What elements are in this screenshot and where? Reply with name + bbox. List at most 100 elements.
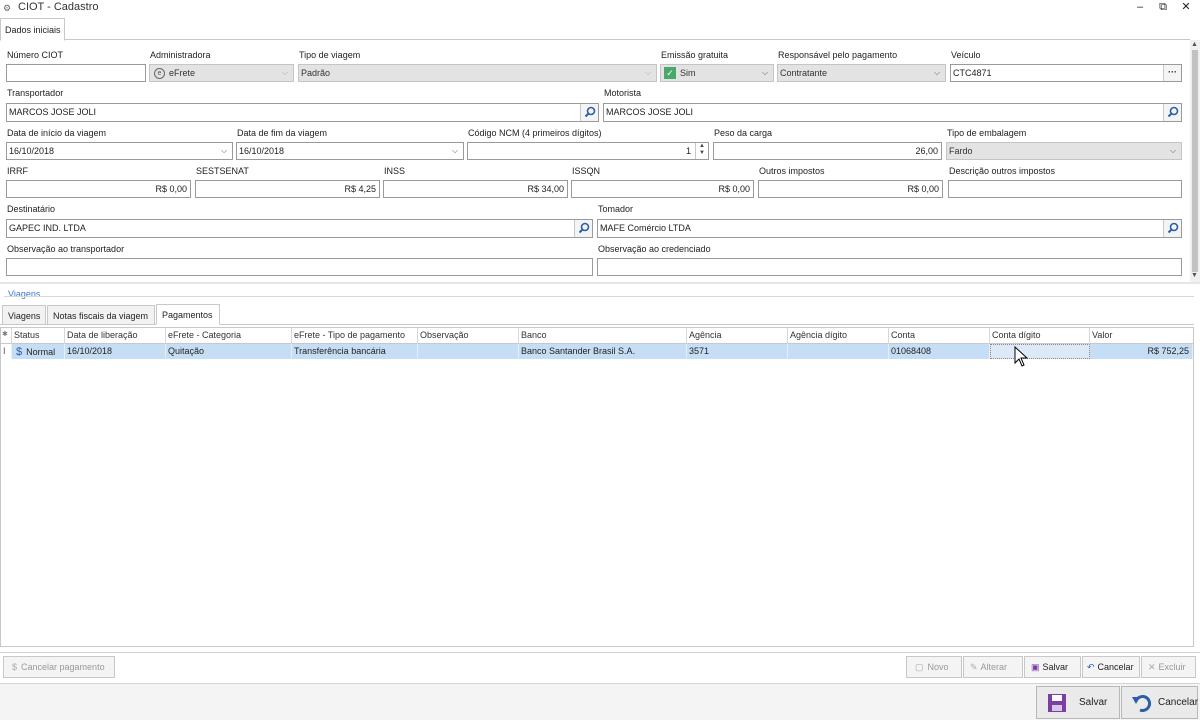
- tab-viagens[interactable]: Viagens: [2, 305, 46, 325]
- efrete-logo-icon: e: [154, 68, 165, 79]
- col-agencia-digito[interactable]: Agência dígito: [788, 328, 889, 344]
- chevron-down-icon: ⌵: [281, 68, 289, 77]
- sestsenat-label: SESTSENAT: [196, 166, 249, 176]
- numero-ciot-input[interactable]: [6, 64, 146, 82]
- cell-valor: R$ 752,25: [1090, 344, 1193, 359]
- scroll-up-icon[interactable]: ▲: [1191, 41, 1198, 48]
- transportador-input[interactable]: MARCOS JOSE JOLI: [6, 103, 599, 122]
- embalagem-value: Fardo: [949, 146, 973, 156]
- data-inicio-input[interactable]: 16/10/2018 ⌵: [6, 142, 233, 160]
- viagens-tabstrip: Viagens Notas fiscais da viagem Pagament…: [0, 304, 1194, 325]
- cell-banco: Banco Santander Brasil S.A.: [519, 344, 687, 359]
- motorista-input[interactable]: MARCOS JOSE JOLI: [603, 103, 1182, 122]
- col-categoria[interactable]: eFrete - Categoria: [166, 328, 292, 344]
- grid-header: ✱ Status Data de liberação eFrete - Cate…: [1, 328, 1193, 344]
- tipo-viagem-value: Padrão: [301, 68, 331, 78]
- cancelar-button[interactable]: Cancelar: [1121, 686, 1198, 719]
- search-icon[interactable]: [1163, 220, 1181, 237]
- excluir-button[interactable]: ✕ Excluir: [1141, 656, 1196, 678]
- responsavel-value: Contratante: [780, 68, 828, 78]
- title-bar: ⚙ CIOT - Cadastro ‒ ⧉ ✕: [0, 0, 1200, 18]
- desc-outros-input[interactable]: [948, 180, 1182, 198]
- col-agencia[interactable]: Agência: [687, 328, 788, 344]
- row-indicator-header[interactable]: ✱: [1, 328, 12, 344]
- tab-notas-fiscais[interactable]: Notas fiscais da viagem: [47, 305, 155, 325]
- chevron-down-icon: ⌵: [1169, 146, 1177, 155]
- alterar-button[interactable]: ✎ Alterar: [963, 656, 1023, 678]
- data-inicio-value: 16/10/2018: [9, 146, 55, 156]
- data-fim-input[interactable]: 16/10/2018 ⌵: [236, 142, 464, 160]
- close-button[interactable]: ✕: [1176, 0, 1196, 16]
- minimize-button[interactable]: ‒: [1130, 0, 1150, 16]
- destinatario-input[interactable]: GAPEC IND. LTDA: [6, 219, 593, 238]
- cancelar-grid-button[interactable]: ↶ Cancelar: [1082, 656, 1140, 678]
- cancelar-pagamento-button[interactable]: $ Cancelar pagamento: [3, 656, 115, 678]
- spin-buttons[interactable]: ▲ ▼: [695, 143, 708, 159]
- col-observacao[interactable]: Observação: [418, 328, 519, 344]
- grid-toolbar: $ Cancelar pagamento ▢ Novo ✎ Alterar ▣ Salv…: [0, 652, 1200, 682]
- irrf-input[interactable]: R$ 0,00: [6, 180, 191, 198]
- veiculo-label: Veículo: [951, 50, 981, 60]
- ncm-label: Código NCM (4 primeiros dígitos): [468, 128, 602, 138]
- data-fim-label: Data de fim da viagem: [237, 128, 328, 138]
- col-tipo-pagamento[interactable]: eFrete - Tipo de pagamento: [292, 328, 418, 344]
- cell-conta: 01068408: [889, 344, 990, 359]
- salvar-grid-button[interactable]: ▣ Salvar: [1024, 656, 1081, 678]
- tab-pagamentos[interactable]: Pagamentos: [156, 304, 220, 325]
- obs-credenciado-input[interactable]: [597, 258, 1182, 276]
- cell-categoria: Quitação: [166, 344, 292, 359]
- col-banco[interactable]: Banco: [519, 328, 687, 344]
- cell-data: 16/10/2018: [65, 344, 166, 359]
- search-icon[interactable]: [574, 220, 592, 237]
- inss-input[interactable]: R$ 34,00: [383, 180, 568, 198]
- dollar-icon: $: [16, 346, 23, 358]
- ncm-value: 1: [685, 146, 691, 156]
- administradora-select[interactable]: e eFrete ⌵: [149, 64, 294, 82]
- ellipsis-button[interactable]: ···: [1163, 65, 1181, 81]
- chevron-down-icon: ⌵: [933, 68, 941, 77]
- issqn-input[interactable]: R$ 0,00: [571, 180, 754, 198]
- obs-transportador-input[interactable]: [6, 258, 593, 276]
- veiculo-input[interactable]: CTC4871 ···: [950, 64, 1182, 82]
- novo-button[interactable]: ▢ Novo: [906, 656, 962, 678]
- administradora-label: Administradora: [150, 50, 211, 60]
- col-conta-digito[interactable]: Conta dígito: [990, 328, 1090, 344]
- splitter[interactable]: [0, 282, 1200, 284]
- desc-outros-label: Descrição outros impostos: [949, 166, 1056, 176]
- col-status[interactable]: Status: [12, 328, 65, 344]
- search-icon[interactable]: [1163, 104, 1181, 121]
- sestsenat-input[interactable]: R$ 4,25: [195, 180, 380, 198]
- responsavel-select[interactable]: Contratante ⌵: [777, 64, 946, 82]
- peso-input[interactable]: 26,00: [713, 142, 942, 160]
- col-conta[interactable]: Conta: [889, 328, 990, 344]
- excluir-label: Excluir: [1158, 662, 1186, 672]
- mouse-cursor-icon: [1014, 345, 1029, 370]
- ncm-input[interactable]: 1 ▲ ▼: [467, 142, 709, 160]
- emissao-gratuita-select[interactable]: ✓ Sim ⌵: [660, 64, 774, 82]
- col-data-liberacao[interactable]: Data de liberação: [65, 328, 166, 344]
- cell-agencia: 3571: [687, 344, 788, 359]
- tab-dados-iniciais[interactable]: Dados iniciais: [0, 18, 65, 41]
- obs-transportador-label: Observação ao transportador: [7, 244, 125, 254]
- tomador-value: MAFE Comércio LTDA: [600, 223, 691, 233]
- salvar-button[interactable]: Salvar: [1036, 686, 1120, 719]
- col-valor[interactable]: Valor: [1090, 328, 1193, 344]
- novo-label: Novo: [927, 662, 949, 672]
- scroll-down-icon[interactable]: ▼: [1191, 272, 1198, 279]
- emissao-gratuita-value: Sim: [680, 68, 696, 78]
- restore-button[interactable]: ⧉: [1153, 0, 1173, 16]
- embalagem-select[interactable]: Fardo ⌵: [946, 142, 1182, 160]
- outros-input[interactable]: R$ 0,00: [758, 180, 943, 198]
- motorista-label: Motorista: [604, 88, 642, 98]
- pagamentos-grid: ✱ Status Data de liberação eFrete - Cate…: [0, 327, 1194, 647]
- tipo-viagem-select[interactable]: Padrão ⌵: [298, 64, 657, 82]
- responsavel-label: Responsável pelo pagamento: [778, 50, 898, 60]
- cell-agencia-digito: [788, 344, 889, 359]
- cell-conta-digito[interactable]: [990, 344, 1090, 359]
- search-icon[interactable]: [580, 104, 598, 121]
- tomador-input[interactable]: MAFE Comércio LTDA: [597, 219, 1182, 238]
- tipo-viagem-label: Tipo de viagem: [299, 50, 361, 60]
- cell-status: $ Normal: [12, 344, 65, 359]
- footer-bar: Salvar Cancelar: [0, 683, 1200, 720]
- scrollbar-thumb[interactable]: [1192, 50, 1198, 272]
